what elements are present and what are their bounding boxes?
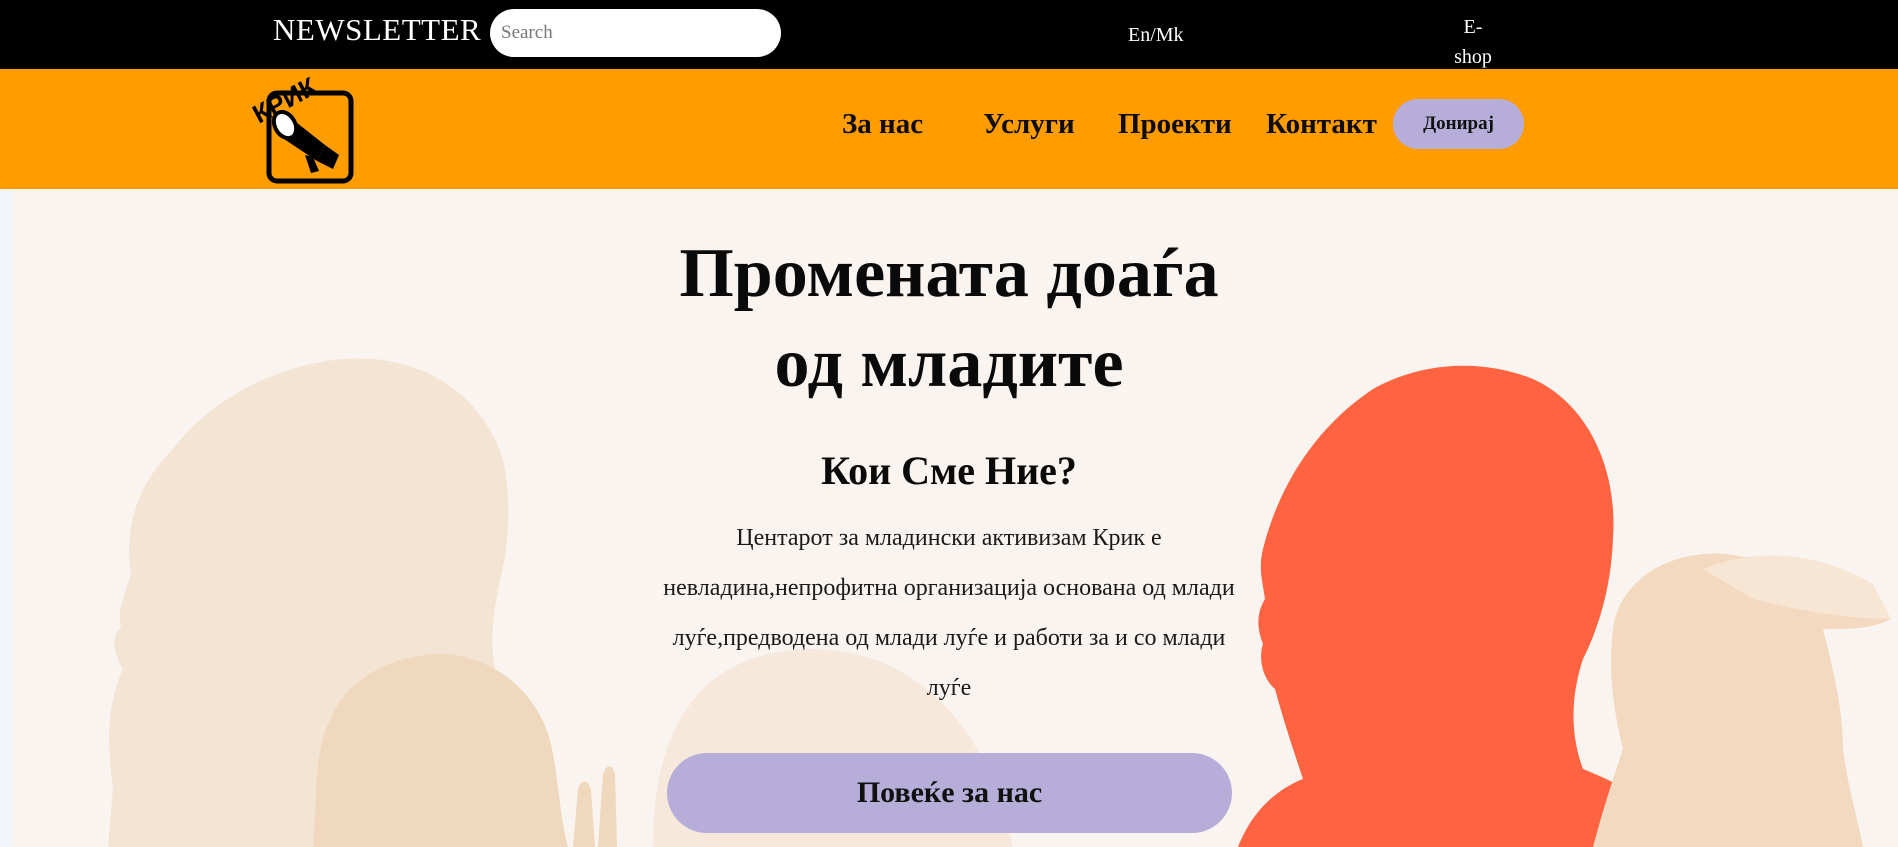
donate-button[interactable]: Донирај bbox=[1393, 99, 1524, 149]
nav-projects[interactable]: Проекти bbox=[1118, 108, 1232, 141]
eshop-label-line1: E- bbox=[1463, 16, 1483, 38]
nav-about[interactable]: За нас bbox=[842, 108, 923, 141]
who-we-are-text: Центарот за младински активизам Крик е н… bbox=[663, 525, 1235, 701]
nav-contact[interactable]: Контакт bbox=[1266, 108, 1377, 141]
nav-services[interactable]: Услуги bbox=[983, 108, 1075, 141]
language-toggle[interactable]: En/Mk bbox=[1128, 24, 1184, 47]
search-input[interactable] bbox=[490, 9, 781, 57]
newsletter-link[interactable]: NEWSLETTER bbox=[273, 12, 481, 48]
eshop-label-line2: shop bbox=[1454, 46, 1492, 68]
hero-title: Промената доаѓа од младите bbox=[0, 229, 1898, 409]
megaphone-logo-icon[interactable]: КРИК bbox=[247, 73, 357, 185]
man-profile-silhouette bbox=[1238, 365, 1673, 847]
hero-title-line1: Промената доаѓа bbox=[679, 235, 1219, 312]
who-we-are-heading: Кои Сме Ние? bbox=[821, 448, 1077, 493]
raised-hand-silhouette bbox=[573, 766, 617, 847]
more-about-us-button[interactable]: Повеќе за нас bbox=[667, 753, 1232, 833]
hero-title-line2: од младите bbox=[774, 325, 1124, 402]
eshop-link[interactable]: E- shop bbox=[1452, 12, 1494, 72]
top-bar: NEWSLETTER En/Mk E- shop bbox=[0, 0, 1898, 69]
